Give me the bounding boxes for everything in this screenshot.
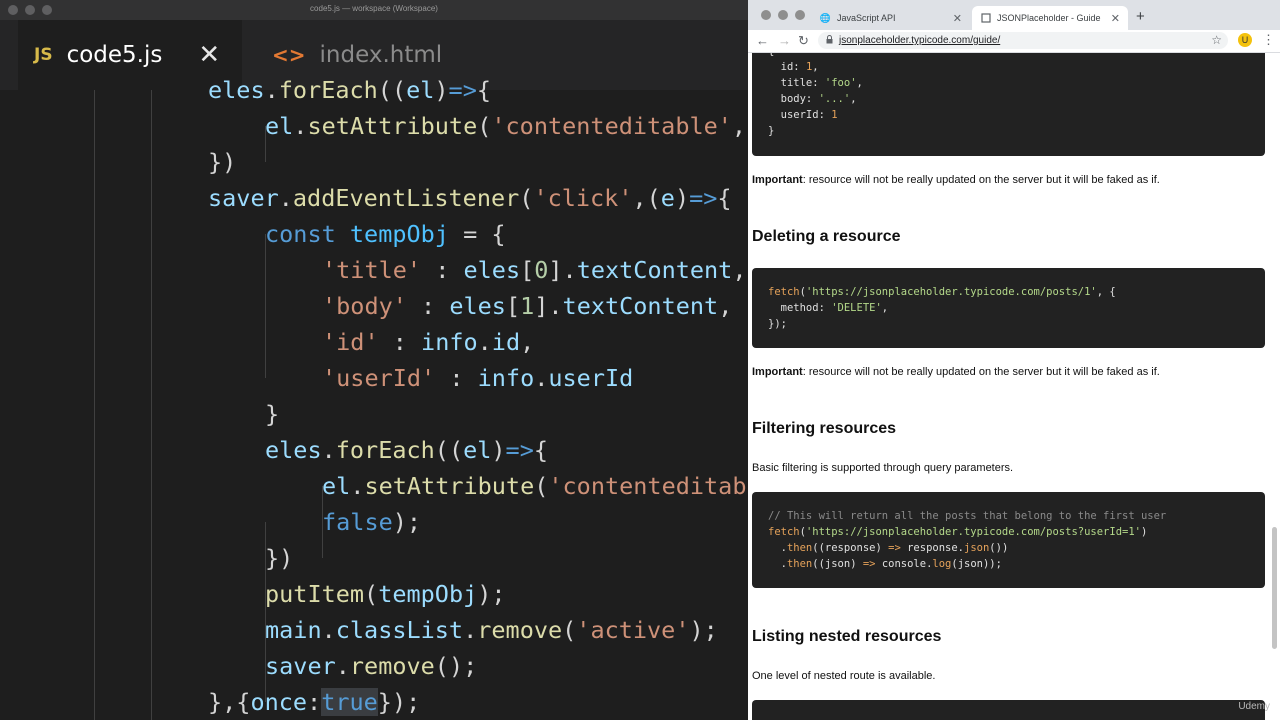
code-comment: // This will return all the posts that b… (768, 510, 1167, 522)
code-line[interactable]: 'id' : info.id, (322, 324, 534, 360)
code-line[interactable]: eles.forEach((el)=>{ (208, 72, 491, 108)
browser-tab-jsonplaceholder-guide[interactable]: JSONPlaceholder - Guide ✕ (972, 6, 1128, 30)
tab-label: code5.js (66, 42, 163, 68)
code-line[interactable]: 'userId' : info.userId (322, 360, 633, 396)
zoom-window-button[interactable] (795, 10, 805, 20)
code-line[interactable]: el.setAttribute('contenteditab (322, 468, 746, 504)
tab-label: index.html (319, 42, 443, 68)
page-icon (980, 13, 991, 24)
code-line: } (768, 125, 775, 137)
browser-window-controls[interactable] (761, 10, 805, 20)
browser-toolbar: ← → ↻ jsonplaceholder.typicode.com/guide… (748, 30, 1280, 53)
code-line[interactable]: eles.forEach((el)=>{ (265, 432, 548, 468)
code-line[interactable]: },{once:true}); (208, 684, 420, 720)
editor-titlebar: code5.js — workspace (Workspace) (0, 0, 748, 20)
important-text: : resource will not be really updated on… (802, 366, 1160, 378)
code-block-update-response: { id: 1, title: 'foo', body: '...', user… (752, 53, 1265, 156)
code-line[interactable]: false); (322, 504, 421, 540)
address-bar[interactable]: jsonplaceholder.typicode.com/guide/ ☆ (818, 32, 1228, 49)
code-line: fetch('https://jsonplaceholder.typicode.… (768, 286, 1116, 298)
tab-title: JavaScript API (837, 13, 896, 23)
url-text[interactable]: jsonplaceholder.typicode.com/guide/ (839, 35, 1000, 46)
minimize-window-button[interactable] (778, 10, 788, 20)
important-text: : resource will not be really updated on… (802, 174, 1160, 186)
code-line[interactable]: saver.addEventListener('click',(e)=>{ (208, 180, 732, 216)
udemy-watermark: Udemy (1238, 701, 1270, 712)
code-line: .then((response) => response.json()) (768, 542, 1009, 554)
code-line[interactable]: const tempObj = { (265, 216, 506, 252)
close-tab-icon[interactable]: ✕ (953, 12, 962, 25)
javascript-file-icon: JS (34, 45, 53, 65)
code-line: body: '...', (768, 93, 857, 105)
back-arrow-icon[interactable]: ← (756, 33, 769, 48)
browser-tab-javascript-api[interactable]: 🌐 JavaScript API ✕ (812, 6, 970, 30)
code-line[interactable]: }) (265, 540, 293, 576)
close-tab-icon[interactable]: ✕ (1111, 12, 1120, 25)
code-line: fetch('https://jsonplaceholder.typicode.… (768, 526, 1148, 538)
close-window-button[interactable] (761, 10, 771, 20)
code-line[interactable]: 'title' : eles[0].textContent, (322, 252, 747, 288)
code-line: userId: 1 (768, 109, 838, 121)
new-tab-button[interactable]: + (1136, 8, 1145, 25)
heading-nested-resources: Listing nested resources (752, 628, 942, 645)
code-line[interactable]: } (265, 396, 279, 432)
indent-guide (151, 90, 152, 720)
important-label: Important (752, 366, 803, 378)
code-line[interactable]: main.classList.remove('active'); (265, 612, 718, 648)
bookmark-star-icon[interactable]: ☆ (1211, 33, 1222, 47)
code-line: }); (768, 318, 787, 330)
scrollbar-thumb[interactable] (1272, 527, 1277, 649)
heading-filtering-resources: Filtering resources (752, 420, 897, 437)
indent-guide (265, 342, 266, 378)
extension-icon[interactable]: U (1238, 33, 1252, 47)
browser-menu-icon[interactable]: ⋮ (1262, 32, 1275, 48)
code-line[interactable]: saver.remove(); (265, 648, 477, 684)
page-content[interactable]: { id: 1, title: 'foo', body: '...', user… (748, 53, 1280, 720)
reload-icon[interactable]: ↻ (798, 33, 809, 49)
editor-window-title: code5.js — workspace (Workspace) (310, 4, 438, 13)
forward-arrow-icon[interactable]: → (778, 33, 791, 48)
code-line: id: 1, (768, 61, 819, 73)
code-line[interactable]: 'body' : eles[1].textContent, (322, 288, 732, 324)
code-editor-window: code5.js — workspace (Workspace) JS code… (0, 0, 748, 720)
code-line[interactable]: }) (208, 144, 236, 180)
important-label: Important (752, 174, 803, 186)
lock-icon (826, 35, 833, 46)
code-block-delete: fetch('https://jsonplaceholder.typicode.… (752, 268, 1265, 348)
browser-window: 🌐 JavaScript API ✕ JSONPlaceholder - Gui… (748, 0, 1280, 720)
html-file-icon: <> (272, 43, 306, 67)
browser-tab-strip: 🌐 JavaScript API ✕ JSONPlaceholder - Gui… (748, 0, 1280, 30)
important-note: Important: resource will not be really u… (752, 174, 1160, 186)
code-line: .then((json) => console.log(json)); (768, 558, 1002, 570)
code-line: title: 'foo', (768, 77, 863, 89)
code-line[interactable]: el.setAttribute('contenteditable', (265, 108, 746, 144)
code-area[interactable]: eles.forEach((el)=>{el.setAttribute('con… (0, 76, 748, 720)
code-line[interactable]: putItem(tempObj); (265, 576, 506, 612)
heading-deleting-resource: Deleting a resource (752, 228, 901, 245)
close-tab-icon[interactable]: ✕ (198, 40, 220, 70)
globe-icon: 🌐 (819, 12, 832, 23)
nested-description: One level of nested route is available. (752, 670, 936, 682)
code-line: method: 'DELETE', (768, 302, 889, 314)
code-block-nested (752, 700, 1265, 720)
tab-title: JSONPlaceholder - Guide (997, 13, 1101, 23)
indent-guide (94, 90, 95, 720)
code-block-filter: // This will return all the posts that b… (752, 492, 1265, 588)
filtering-description: Basic filtering is supported through que… (752, 462, 1014, 474)
important-note: Important: resource will not be really u… (752, 366, 1160, 378)
